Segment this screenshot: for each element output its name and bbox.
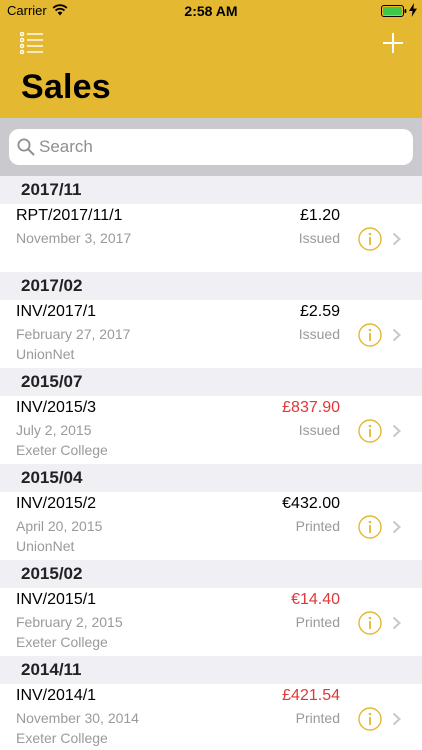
section-title: 2015/07: [21, 372, 83, 391]
document-date: November 3, 2017: [16, 230, 132, 246]
document-date: February 27, 2017: [16, 326, 131, 342]
status-bar: Carrier 2:58 AM: [0, 0, 422, 22]
chevron-right-icon: [392, 616, 401, 630]
search-icon: [17, 138, 35, 156]
document-number: INV/2017/1: [16, 303, 97, 320]
amount: £421.54: [282, 687, 340, 704]
document-number: INV/2014/1: [16, 687, 97, 704]
document-date: November 30, 2014: [16, 710, 139, 726]
info-icon[interactable]: [358, 419, 382, 443]
section-title: 2017/02: [21, 276, 83, 295]
sale-row[interactable]: INV/2015/2 €432.00 April 20, 2015 Printe…: [0, 492, 422, 560]
amount: £2.59: [299, 303, 340, 320]
section-title: 2015/02: [21, 564, 83, 583]
status-label: Issued: [298, 230, 340, 246]
clock: 2:58 AM: [184, 3, 238, 19]
sale-row[interactable]: INV/2014/1 £421.54 November 30, 2014 Pri…: [0, 684, 422, 750]
sale-row[interactable]: INV/2015/1 €14.40 February 2, 2015 Print…: [0, 588, 422, 656]
document-number: RPT/2017/11/1: [16, 207, 123, 224]
customer-name: Exeter College: [16, 634, 108, 650]
document-number: INV/2015/1: [16, 591, 97, 608]
document-date: April 20, 2015: [16, 518, 103, 534]
document-number: INV/2015/3: [16, 399, 97, 416]
status-label: Issued: [298, 422, 340, 438]
info-icon[interactable]: [358, 515, 382, 539]
section-header: 2015/02: [0, 560, 422, 588]
chevron-right-icon: [392, 712, 401, 726]
amount: €432.00: [282, 495, 340, 512]
battery-icon: [381, 5, 407, 17]
nav-header: Carrier 2:58 AM Sales: [0, 0, 422, 118]
add-button[interactable]: [382, 32, 404, 54]
charging-bolt-icon: [409, 3, 417, 17]
search-field[interactable]: [9, 129, 413, 165]
info-icon[interactable]: [358, 611, 382, 635]
section-header: 2015/04: [0, 464, 422, 492]
page-title: Sales: [21, 68, 111, 106]
section-title: 2015/04: [21, 468, 83, 487]
customer-name: UnionNet: [16, 538, 75, 554]
section-header: 2017/02: [0, 272, 422, 300]
chevron-right-icon: [392, 328, 401, 342]
sale-row[interactable]: INV/2015/3 £837.90 July 2, 2015 Issued E…: [0, 396, 422, 464]
customer-name: Exeter College: [16, 730, 108, 746]
document-date: July 2, 2015: [16, 422, 92, 438]
amount: £837.90: [282, 399, 340, 416]
section-header: 2015/07: [0, 368, 422, 396]
list-icon[interactable]: [20, 32, 44, 54]
chevron-right-icon: [392, 520, 401, 534]
amount: £1.20: [299, 207, 340, 224]
section-title: 2017/11: [21, 180, 82, 199]
status-label: Printed: [295, 614, 340, 630]
search-bar: [0, 118, 422, 176]
info-icon[interactable]: [358, 707, 382, 731]
amount: €14.40: [291, 591, 340, 608]
customer-name: UnionNet: [16, 346, 75, 362]
customer-name: Exeter College: [16, 442, 108, 458]
sale-row[interactable]: RPT/2017/11/1 £1.20 November 3, 2017 Iss…: [0, 204, 422, 268]
document-number: INV/2015/2: [16, 495, 97, 512]
chevron-right-icon: [392, 232, 401, 246]
section-header: 2014/11: [0, 656, 422, 684]
status-label: Printed: [295, 710, 340, 726]
section-title: 2014/11: [21, 660, 82, 679]
info-icon[interactable]: [358, 227, 382, 251]
chevron-right-icon: [392, 424, 401, 438]
status-label: Printed: [295, 518, 340, 534]
status-label: Issued: [298, 326, 340, 342]
info-icon[interactable]: [358, 323, 382, 347]
document-date: February 2, 2015: [16, 614, 123, 630]
section-header: 2017/11: [0, 176, 422, 204]
sale-row[interactable]: INV/2017/1 £2.59 February 27, 2017 Issue…: [0, 300, 422, 368]
search-input[interactable]: [39, 129, 399, 165]
